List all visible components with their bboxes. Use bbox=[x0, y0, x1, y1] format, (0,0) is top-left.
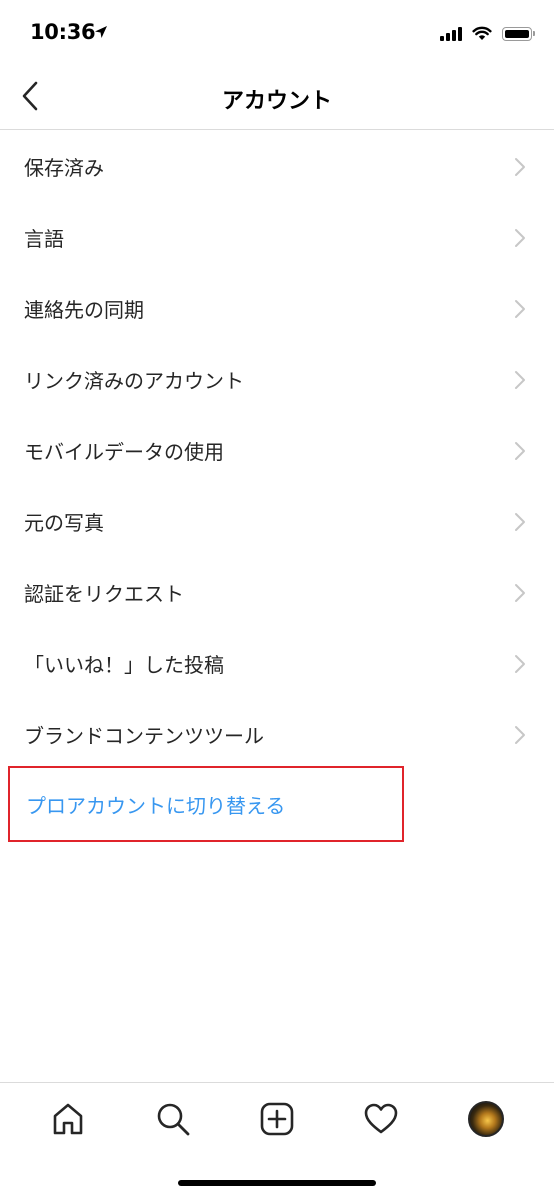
location-arrow-icon bbox=[95, 26, 107, 38]
tab-profile[interactable] bbox=[462, 1095, 510, 1143]
chevron-right-icon bbox=[515, 654, 525, 673]
menu-item-original-photos[interactable]: 元の写真 bbox=[0, 486, 554, 557]
switch-to-pro-account-link[interactable]: プロアカウントに切り替える bbox=[8, 766, 404, 842]
switch-to-pro-account-label: プロアカウントに切り替える bbox=[26, 793, 286, 818]
chevron-right-icon bbox=[515, 228, 525, 247]
menu-item-label: モバイルデータの使用 bbox=[24, 440, 224, 464]
tab-new-post[interactable] bbox=[253, 1095, 301, 1143]
tab-home[interactable] bbox=[44, 1095, 92, 1143]
status-indicators bbox=[440, 23, 535, 41]
battery-icon bbox=[502, 27, 535, 41]
heart-icon bbox=[365, 1103, 398, 1133]
menu-item-label: 言語 bbox=[24, 227, 64, 251]
chevron-right-icon bbox=[515, 157, 525, 176]
avatar bbox=[467, 1100, 504, 1137]
chevron-right-icon bbox=[515, 370, 525, 389]
chevron-right-icon bbox=[515, 725, 525, 744]
menu-item-label: 連絡先の同期 bbox=[24, 298, 144, 322]
chevron-right-icon bbox=[515, 441, 525, 460]
home-icon bbox=[53, 1103, 83, 1134]
home-indicator bbox=[178, 1180, 376, 1186]
menu-item-label: リンク済みのアカウント bbox=[24, 369, 244, 393]
tab-activity[interactable] bbox=[357, 1095, 405, 1143]
menu-item-label: 認証をリクエスト bbox=[24, 582, 184, 606]
cellular-signal-icon bbox=[440, 27, 462, 41]
account-settings-list: 保存済み 言語 連絡先の同期 リンク済みのアカウント モバイルデータの使用 元の… bbox=[0, 131, 554, 770]
menu-item-saved[interactable]: 保存済み bbox=[0, 131, 554, 202]
menu-item-contacts-sync[interactable]: 連絡先の同期 bbox=[0, 273, 554, 344]
menu-item-linked-accounts[interactable]: リンク済みのアカウント bbox=[0, 344, 554, 415]
menu-item-language[interactable]: 言語 bbox=[0, 202, 554, 273]
menu-item-cellular-data[interactable]: モバイルデータの使用 bbox=[0, 415, 554, 486]
menu-item-request-verification[interactable]: 認証をリクエスト bbox=[0, 557, 554, 628]
menu-item-label: ブランドコンテンツツール bbox=[24, 724, 264, 748]
navigation-header: アカウント bbox=[0, 66, 554, 130]
page-title: アカウント bbox=[221, 89, 332, 114]
tab-search[interactable] bbox=[149, 1095, 197, 1143]
chevron-right-icon bbox=[515, 583, 525, 602]
menu-item-label: 「いいね！」した投稿 bbox=[24, 653, 224, 677]
menu-item-branded-content-tools[interactable]: ブランドコンテンツツール bbox=[0, 699, 554, 770]
chevron-right-icon bbox=[515, 299, 525, 318]
new-post-icon bbox=[260, 1102, 294, 1135]
wifi-icon bbox=[472, 26, 492, 40]
status-bar: 10:36 bbox=[0, 0, 554, 66]
status-time: 10:36 bbox=[30, 20, 96, 44]
bottom-tab-bar bbox=[0, 1082, 554, 1154]
menu-item-liked-posts[interactable]: 「いいね！」した投稿 bbox=[0, 628, 554, 699]
menu-item-label: 元の写真 bbox=[24, 511, 104, 535]
search-icon bbox=[157, 1103, 189, 1135]
menu-item-label: 保存済み bbox=[24, 156, 104, 180]
chevron-right-icon bbox=[515, 512, 525, 531]
